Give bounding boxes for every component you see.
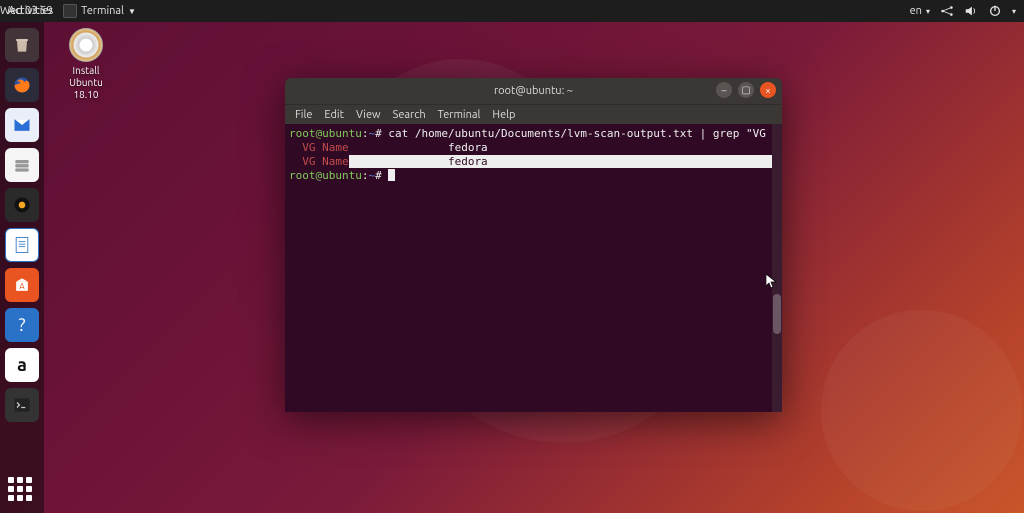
terminal-scroll-thumb[interactable] [773, 294, 781, 334]
terminal-cursor [388, 169, 395, 181]
output-vg-value-1: fedora [349, 141, 488, 154]
terminal-titlebar[interactable]: root@ubuntu: ~ – ▢ × [285, 78, 782, 104]
output-vg-value-2-text: fedora [349, 155, 488, 168]
dock-firefox[interactable] [5, 68, 39, 102]
desktop-install-ubuntu[interactable]: Install Ubuntu 18.10 [54, 28, 118, 101]
prompt-end: # [375, 169, 388, 182]
window-close-button[interactable]: × [760, 82, 776, 98]
dock-rhythmbox[interactable] [5, 188, 39, 222]
terminal-menubar: File Edit View Search Terminal Help [285, 104, 782, 124]
terminal-title-text: root@ubuntu: ~ [494, 85, 573, 97]
svg-text:A: A [19, 281, 25, 291]
prompt-end: # [375, 127, 388, 140]
output-vg-value-2-selected[interactable]: fedora [349, 155, 782, 168]
menu-terminal[interactable]: Terminal [438, 109, 481, 121]
dock-help[interactable]: ? [5, 308, 39, 342]
cd-icon [69, 28, 103, 62]
dock-software[interactable]: A [5, 268, 39, 302]
terminal-window[interactable]: root@ubuntu: ~ – ▢ × File Edit View Sear… [285, 78, 782, 412]
desktop-install-label: Install Ubuntu 18.10 [54, 65, 118, 101]
dock: A ? a [0, 22, 44, 513]
prompt-user: root@ubuntu [289, 127, 362, 140]
output-vg-label-2: VG Name [289, 155, 349, 168]
terminal-command: cat /home/ubuntu/Documents/lvm-scan-outp… [388, 127, 782, 140]
menu-file[interactable]: File [295, 109, 312, 121]
menu-search[interactable]: Search [393, 109, 426, 121]
dock-terminal[interactable] [5, 388, 39, 422]
window-maximize-button[interactable]: ▢ [738, 82, 754, 98]
dock-thunderbird[interactable] [5, 108, 39, 142]
top-bar: Activities Terminal ▼ Wed 03:59 en▾ ▾ [0, 0, 1024, 22]
dock-trash[interactable] [5, 28, 39, 62]
window-minimize-button[interactable]: – [716, 82, 732, 98]
dock-writer[interactable] [5, 228, 39, 262]
menu-help[interactable]: Help [492, 109, 515, 121]
terminal-scrollbar[interactable] [772, 124, 782, 412]
menu-view[interactable]: View [356, 109, 381, 121]
menu-edit[interactable]: Edit [324, 109, 344, 121]
output-vg-label-1: VG Name [289, 141, 349, 154]
dock-files[interactable] [5, 148, 39, 182]
clock[interactable]: Wed 03:59 [0, 5, 1024, 17]
prompt-user: root@ubuntu [289, 169, 362, 182]
terminal-body[interactable]: root@ubuntu:~# cat /home/ubuntu/Document… [285, 124, 782, 412]
dock-amazon[interactable]: a [5, 348, 39, 382]
applications-grid-button[interactable] [8, 477, 34, 503]
